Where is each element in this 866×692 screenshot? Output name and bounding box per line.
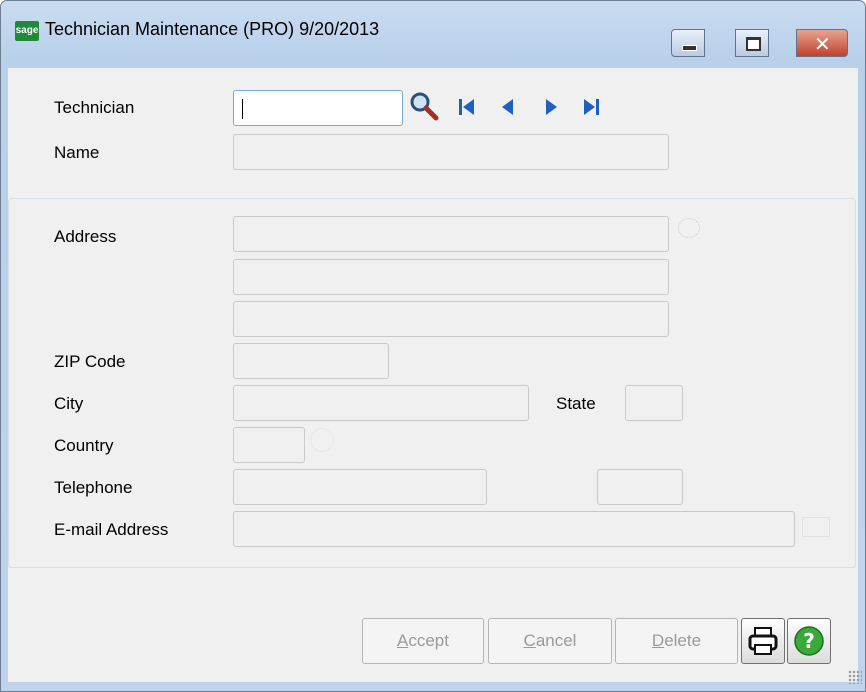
resize-grip[interactable] — [848, 670, 862, 684]
address-line-3-field[interactable] — [233, 301, 669, 337]
email-address-field[interactable] — [233, 511, 795, 547]
address-lookup-icon[interactable] — [678, 218, 700, 238]
address-line-2-field[interactable] — [233, 259, 669, 295]
close-icon: ✕ — [814, 32, 831, 56]
telephone-label: Telephone — [54, 478, 133, 497]
country-label: Country — [54, 436, 114, 455]
technician-label: Technician — [54, 98, 135, 117]
telephone-field[interactable] — [233, 469, 487, 505]
country-field[interactable] — [233, 427, 305, 463]
next-record-icon[interactable] — [540, 96, 562, 118]
minimize-icon — [682, 45, 697, 51]
maximize-button[interactable] — [735, 29, 769, 57]
printer-icon — [748, 627, 778, 655]
accept-hotkey: A — [397, 631, 409, 650]
previous-record-icon[interactable] — [497, 96, 519, 118]
address-label: Address — [54, 227, 117, 246]
delete-hotkey: D — [651, 631, 665, 650]
delete-label: elete — [664, 631, 702, 650]
close-button[interactable]: ✕ — [796, 29, 848, 57]
telephone-extension-field[interactable] — [597, 469, 683, 505]
state-label: State — [556, 394, 596, 413]
help-icon: ? — [794, 626, 824, 656]
print-button[interactable] — [741, 618, 785, 664]
first-record-icon[interactable] — [456, 96, 478, 118]
zip-code-label: ZIP Code — [54, 352, 126, 371]
address-line-1-field[interactable] — [233, 216, 669, 252]
window-title: Technician Maintenance (PRO) 9/20/2013 — [45, 19, 380, 39]
email-address-label: E-mail Address — [54, 520, 169, 539]
country-lookup-icon[interactable] — [310, 428, 334, 452]
accept-label: ccept — [408, 631, 449, 650]
name-label: Name — [54, 143, 100, 162]
help-button[interactable]: ? — [787, 618, 831, 664]
zip-code-field[interactable] — [233, 343, 389, 379]
accept-button[interactable]: Accept — [362, 618, 484, 664]
city-label: City — [54, 394, 84, 413]
delete-button[interactable]: Delete — [615, 618, 738, 664]
text-caret — [242, 99, 243, 119]
search-icon[interactable] — [408, 90, 440, 122]
email-send-icon[interactable] — [802, 517, 830, 537]
svg-text:?: ? — [803, 629, 815, 653]
name-field[interactable] — [233, 134, 669, 170]
cancel-label: ancel — [535, 631, 577, 650]
state-field[interactable] — [625, 385, 683, 421]
city-field[interactable] — [233, 385, 529, 421]
last-record-icon[interactable] — [580, 96, 602, 118]
maximize-icon — [746, 37, 761, 51]
cancel-button[interactable]: Cancel — [488, 618, 612, 664]
cancel-hotkey: C — [523, 631, 536, 650]
minimize-button[interactable] — [671, 29, 705, 57]
sage-app-icon: sage — [15, 21, 39, 41]
technician-input[interactable] — [233, 90, 403, 126]
title-bar[interactable]: sage Technician Maintenance (PRO) 9/20/2… — [1, 1, 865, 57]
